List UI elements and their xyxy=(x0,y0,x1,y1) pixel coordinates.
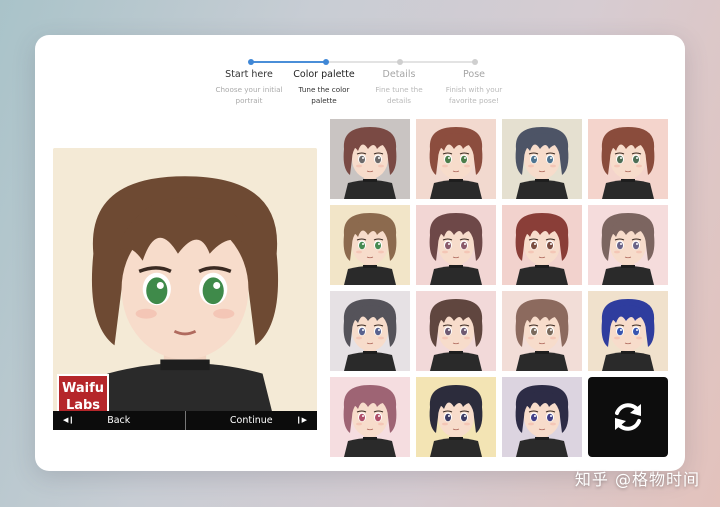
palette-variant-tile[interactable] xyxy=(588,291,668,371)
variant-portrait-image xyxy=(588,291,668,371)
palette-variant-grid xyxy=(330,119,670,461)
palette-variant-tile[interactable] xyxy=(330,377,410,457)
variant-portrait-image xyxy=(588,119,668,199)
palette-variant-tile[interactable] xyxy=(502,291,582,371)
skip-forward-icon: ❙▶ xyxy=(295,416,307,424)
palette-variant-tile[interactable] xyxy=(588,119,668,199)
variant-portrait-image xyxy=(416,205,496,285)
app-card: Start here Choose your initial portrait … xyxy=(35,35,685,471)
variant-portrait-image xyxy=(330,377,410,457)
variant-portrait-image xyxy=(416,291,496,371)
palette-variant-tile[interactable] xyxy=(502,119,582,199)
refresh-icon xyxy=(615,403,641,431)
step-dot-start xyxy=(248,59,254,65)
skip-back-icon: ◀❙ xyxy=(63,416,75,424)
step-desc: Finish with your xyxy=(445,85,503,94)
palette-variant-tile[interactable] xyxy=(416,205,496,285)
palette-variant-tile[interactable] xyxy=(330,291,410,371)
step-pose[interactable]: Pose Finish with your favorite pose! xyxy=(430,69,518,106)
palette-variant-tile[interactable] xyxy=(330,119,410,199)
variant-portrait-image xyxy=(330,291,410,371)
variant-portrait-image xyxy=(502,119,582,199)
variant-portrait-image xyxy=(330,119,410,199)
palette-variant-tile[interactable] xyxy=(416,119,496,199)
stepper-track-done xyxy=(251,61,326,63)
refresh-button[interactable] xyxy=(588,377,668,457)
palette-variant-tile[interactable] xyxy=(330,205,410,285)
palette-variant-tile[interactable] xyxy=(416,291,496,371)
palette-variant-tile[interactable] xyxy=(416,377,496,457)
variant-portrait-image xyxy=(502,205,582,285)
step-desc: favorite pose! xyxy=(448,96,500,105)
step-title: Pose xyxy=(463,69,485,80)
step-dot-color xyxy=(323,59,329,65)
variant-portrait-image xyxy=(416,377,496,457)
palette-variant-tile[interactable] xyxy=(502,377,582,457)
selected-portrait: Waifu Labs xyxy=(53,148,317,430)
variant-portrait-image xyxy=(588,205,668,285)
step-dot-details xyxy=(397,59,403,65)
zhihu-watermark: 知乎 @格物时间 xyxy=(574,470,700,489)
back-button[interactable]: ◀❙ Back xyxy=(53,411,185,430)
variant-portrait-image xyxy=(416,119,496,199)
variant-portrait-image xyxy=(502,291,582,371)
continue-button[interactable]: Continue ❙▶ xyxy=(184,411,318,430)
variant-portrait-image xyxy=(502,377,582,457)
palette-variant-tile[interactable] xyxy=(588,205,668,285)
portrait-action-bar: ◀❙ Back Continue ❙▶ xyxy=(53,411,317,430)
variant-portrait-image xyxy=(330,205,410,285)
step-dot-pose xyxy=(472,59,478,65)
palette-variant-tile[interactable] xyxy=(502,205,582,285)
